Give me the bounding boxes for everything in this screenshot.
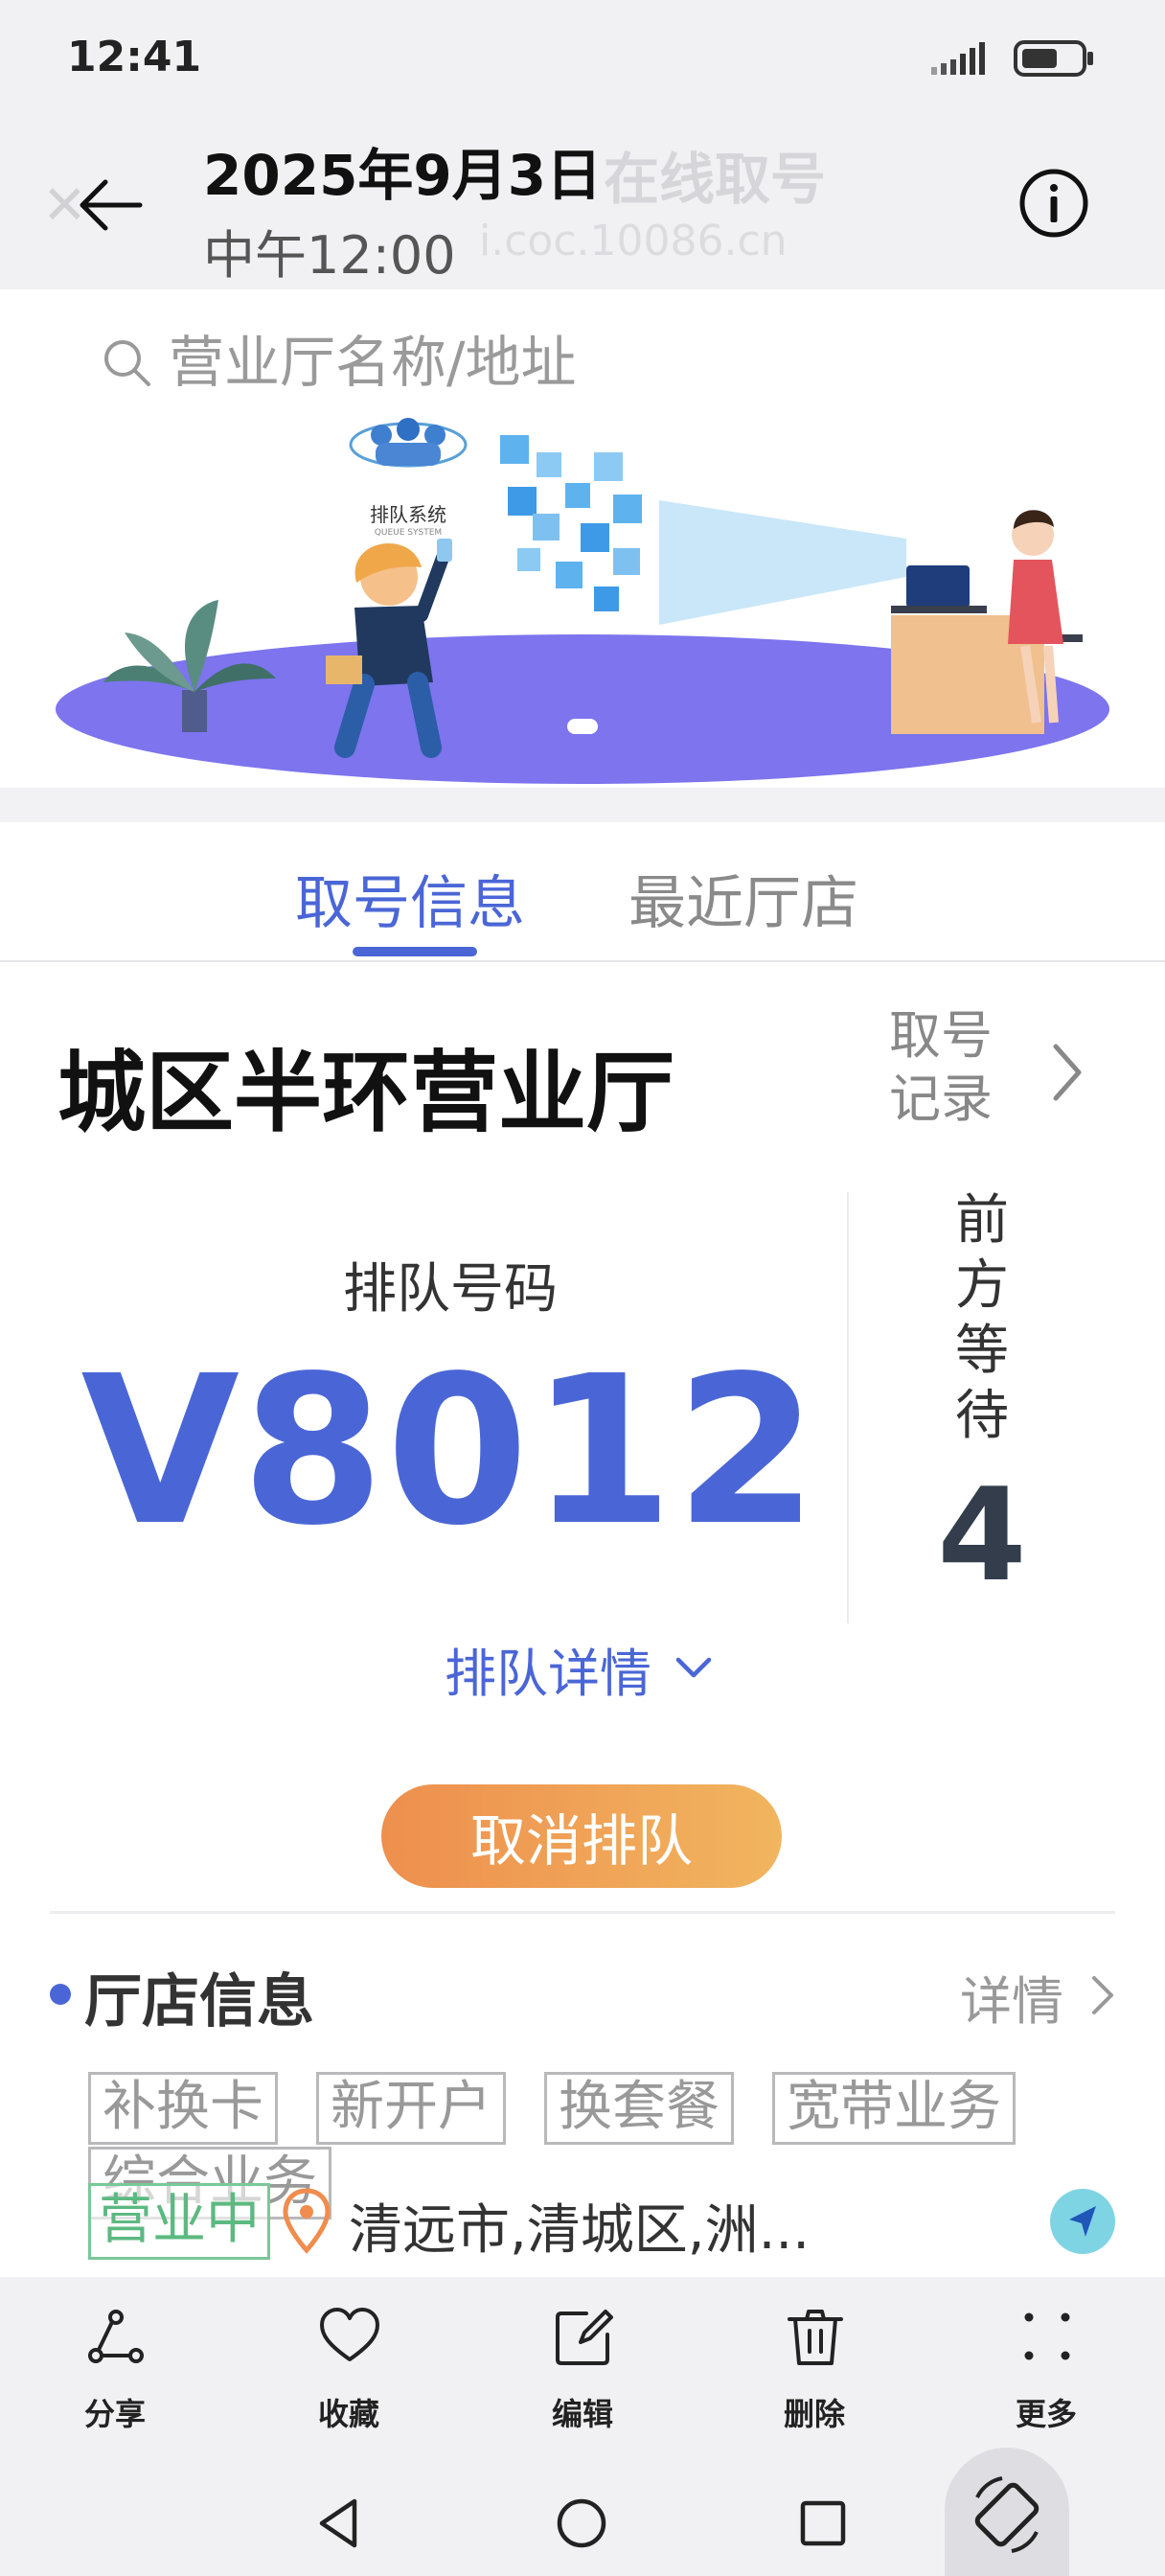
signal-icon bbox=[931, 42, 985, 75]
edit-button[interactable]: 编辑 bbox=[506, 2306, 659, 2450]
battery-icon bbox=[1014, 40, 1093, 77]
system-home-icon[interactable] bbox=[548, 2490, 615, 2557]
navigate-button[interactable] bbox=[1050, 2189, 1115, 2254]
chevron-right-icon bbox=[1053, 1044, 1082, 1101]
queue-system-illustration: 排队系统 QUEUE SYSTEM bbox=[56, 418, 1109, 784]
queue-number-label: 排队号码 bbox=[343, 1258, 558, 1321]
info-icon[interactable] bbox=[1017, 167, 1090, 240]
edit-icon bbox=[556, 2310, 613, 2365]
section-gap bbox=[0, 788, 1165, 822]
queue-detail-toggle[interactable]: 排队详情 bbox=[445, 1631, 651, 1707]
queue-record-label: 取号记录 bbox=[889, 1005, 993, 1129]
search-input[interactable] bbox=[169, 324, 839, 401]
favorite-label: 收藏 bbox=[317, 2396, 379, 2432]
delete-label: 删除 bbox=[783, 2396, 845, 2432]
service-tag: 新开户 bbox=[316, 2072, 506, 2145]
delete-button[interactable]: 删除 bbox=[738, 2306, 891, 2450]
ghost-page-url: i.coc.10086.cn bbox=[479, 217, 788, 265]
active-tab-indicator bbox=[353, 947, 477, 956]
banner: 排队系统 QUEUE SYSTEM bbox=[0, 289, 1165, 788]
chevron-right-icon[interactable] bbox=[1085, 1970, 1119, 2020]
system-back-icon[interactable] bbox=[307, 2490, 374, 2557]
header: 在线取号 i.coc.10086.cn ✕ 2025年9月3日 中午12:00 bbox=[0, 115, 1165, 289]
chevron-down-icon[interactable] bbox=[673, 1654, 715, 1683]
rotate-screen-button[interactable] bbox=[945, 2448, 1069, 2576]
logo-subtext: QUEUE SYSTEM bbox=[375, 528, 442, 538]
store-address: 清远市,清城区,洲... bbox=[349, 2199, 811, 2262]
back-arrow-icon[interactable] bbox=[77, 171, 146, 240]
trash-icon bbox=[788, 2310, 843, 2365]
favorite-button[interactable]: 收藏 bbox=[272, 2306, 425, 2450]
navigation-arrow-icon bbox=[1069, 2206, 1096, 2237]
section-bullet bbox=[50, 1984, 71, 2005]
logo-text: 排队系统 bbox=[370, 503, 446, 526]
system-recents-icon[interactable] bbox=[789, 2490, 857, 2557]
bottom-toolbar: 分享 收藏 编辑 删除 更多 bbox=[0, 2277, 1165, 2469]
more-icon bbox=[1024, 2312, 1070, 2360]
service-tag: 宽带业务 bbox=[772, 2072, 1016, 2145]
share-label: 分享 bbox=[83, 2396, 146, 2432]
queue-system-logo: 排队系统 QUEUE SYSTEM bbox=[349, 418, 468, 538]
store-details-link[interactable]: 详情 bbox=[960, 1959, 1063, 2035]
tab-bar: 取号信息 最近厅店 bbox=[0, 822, 1165, 962]
heart-icon bbox=[320, 2308, 379, 2361]
share-button[interactable]: 分享 bbox=[38, 2306, 192, 2450]
more-button[interactable]: 更多 bbox=[970, 2306, 1123, 2450]
tab-queue-info[interactable]: 取号信息 bbox=[295, 857, 525, 940]
edit-label: 编辑 bbox=[551, 2396, 613, 2432]
horizontal-divider bbox=[50, 1911, 1115, 1914]
store-name: 城区半环营业厅 bbox=[57, 1042, 675, 1144]
waiting-label: 前方等待 bbox=[955, 1189, 1009, 1447]
queue-number: V8012 bbox=[80, 1332, 820, 1571]
status-time: 12:41 bbox=[67, 33, 202, 81]
screen: 12:41 在线取号 i.coc.10086.cn ✕ 2025年9月3日 中午… bbox=[0, 0, 1165, 2576]
vertical-divider bbox=[847, 1192, 849, 1623]
rotate-icon bbox=[974, 2476, 1039, 2553]
service-tag: 补换卡 bbox=[88, 2072, 278, 2145]
share-icon bbox=[88, 2310, 144, 2363]
cancel-queue-button[interactable]: 取消排队 bbox=[381, 1784, 782, 1888]
queue-record-link[interactable]: 取号记录 bbox=[889, 1004, 1109, 1138]
search-icon bbox=[104, 340, 150, 386]
location-pin-icon bbox=[283, 2188, 331, 2254]
service-tag: 换套餐 bbox=[544, 2072, 734, 2145]
store-info-title: 厅店信息 bbox=[84, 1968, 314, 2036]
status-bar: 12:41 bbox=[0, 0, 1165, 115]
open-status-badge: 营业中 bbox=[88, 2183, 270, 2260]
ghost-page-title: 在线取号 bbox=[604, 147, 827, 212]
header-time: 中午12:00 bbox=[203, 225, 456, 286]
more-label: 更多 bbox=[1015, 2396, 1077, 2432]
tab-nearby-stores[interactable]: 最近厅店 bbox=[628, 857, 858, 940]
header-date: 2025年9月3日 bbox=[203, 143, 603, 208]
waiting-count: 4 bbox=[937, 1460, 1027, 1610]
qr-code-illustration bbox=[500, 435, 642, 611]
